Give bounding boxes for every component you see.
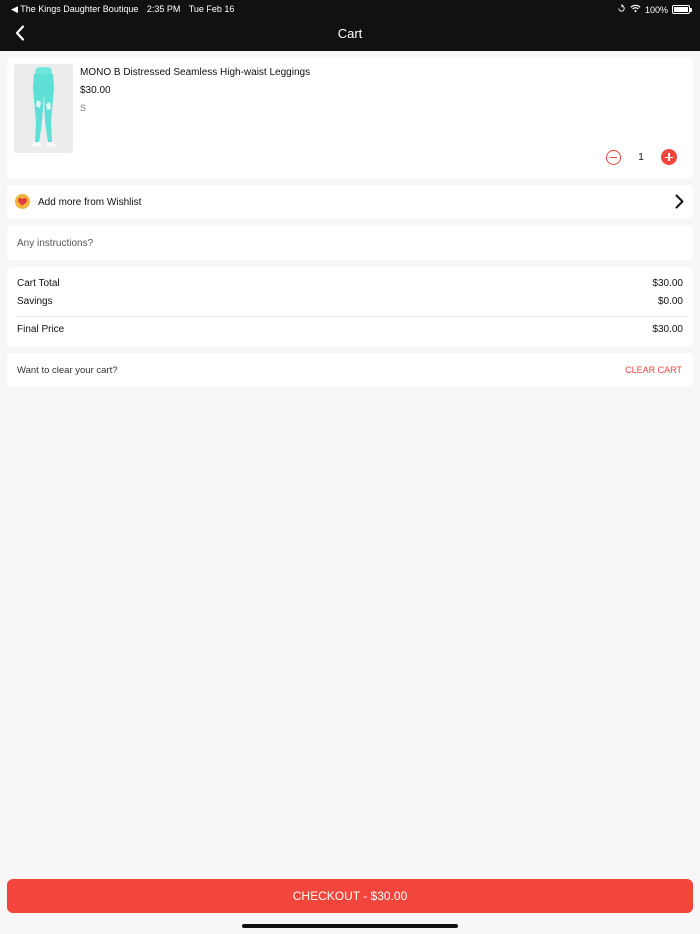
cart-total-row: Cart Total $30.00 <box>17 278 683 289</box>
savings-label: Savings <box>17 296 53 307</box>
instructions-input[interactable] <box>17 226 677 260</box>
status-right: 100% <box>617 4 692 15</box>
final-price-row: Final Price $30.00 <box>17 324 683 335</box>
cart-total-value: $30.00 <box>652 278 683 289</box>
checkout-button[interactable]: CHECKOUT - $30.00 <box>7 879 693 913</box>
final-price-value: $30.00 <box>652 324 683 335</box>
product-size: S <box>80 103 87 113</box>
add-from-wishlist-row[interactable]: Add more from Wishlist <box>7 185 693 218</box>
heart-icon <box>15 194 30 209</box>
status-date: Tue Feb 16 <box>188 4 235 14</box>
battery-icon <box>672 5 692 14</box>
wishlist-label: Add more from Wishlist <box>38 197 142 208</box>
status-bar: ◀ The Kings Daughter Boutique 2:35 PM Tu… <box>0 0 700 17</box>
orientation-lock-icon <box>617 4 626 15</box>
price-summary: Cart Total $30.00 Savings $0.00 Final Pr… <box>7 267 693 346</box>
clear-cart-prompt: Want to clear your cart? <box>17 365 118 376</box>
page-title: Cart <box>337 26 363 41</box>
savings-row: Savings $0.00 <box>17 296 683 307</box>
wifi-icon <box>630 4 641 15</box>
instructions-card <box>7 226 693 260</box>
product-name[interactable]: MONO B Distressed Seamless High-waist Le… <box>80 67 310 78</box>
savings-value: $0.00 <box>657 296 683 307</box>
battery-percent: 100% <box>644 4 668 15</box>
final-price-label: Final Price <box>17 324 65 335</box>
decrease-quantity-button[interactable] <box>606 149 621 165</box>
quantity-value: 1 <box>638 151 644 163</box>
status-left: ◀ The Kings Daughter Boutique 2:35 PM Tu… <box>11 4 240 15</box>
cart-item: MONO B Distressed Seamless High-waist Le… <box>7 58 693 178</box>
clear-cart-row: Want to clear your cart? CLEAR CART <box>7 353 693 386</box>
home-indicator <box>242 924 458 928</box>
top-bar: ◀ The Kings Daughter Boutique 2:35 PM Tu… <box>0 0 700 51</box>
product-price: $30.00 <box>80 85 111 96</box>
back-to-app-link[interactable]: ◀ The Kings Daughter Boutique <box>11 4 138 14</box>
summary-divider <box>17 316 687 317</box>
clear-cart-button[interactable]: CLEAR CART <box>625 365 682 375</box>
chevron-right-icon <box>675 194 684 214</box>
quantity-stepper: 1 <box>606 149 677 165</box>
cart-total-label: Cart Total <box>17 278 60 289</box>
status-time: 2:35 PM <box>146 4 181 14</box>
product-image[interactable] <box>14 64 73 153</box>
increase-quantity-button[interactable] <box>661 149 677 165</box>
